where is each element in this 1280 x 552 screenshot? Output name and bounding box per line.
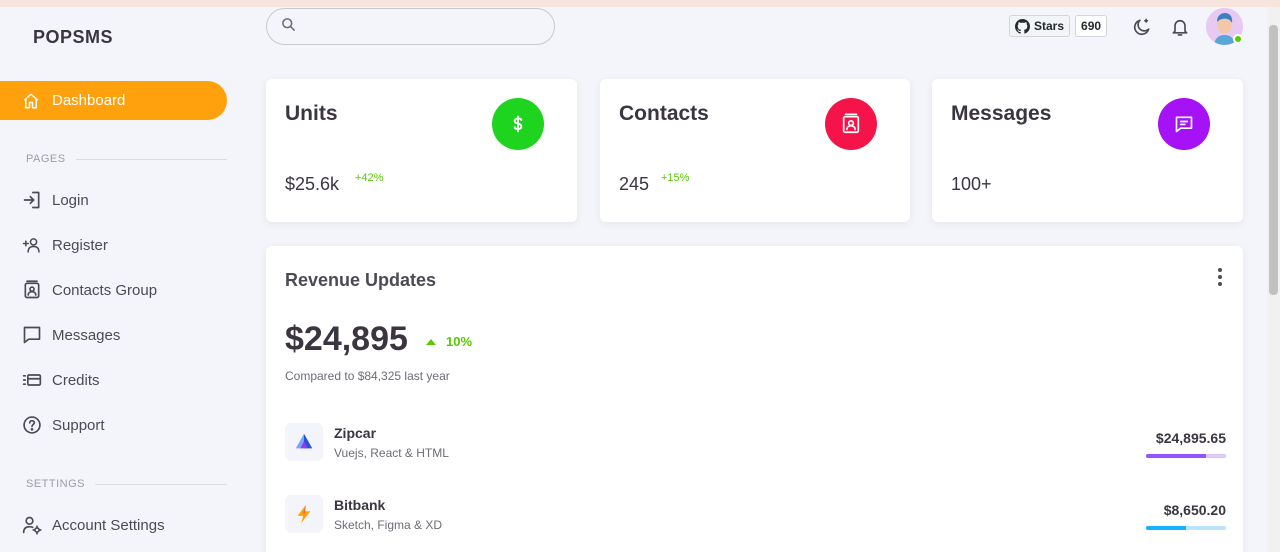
row-amount: $24,895.65 (1155, 430, 1226, 446)
divider (75, 158, 227, 160)
progress-fill (1146, 526, 1186, 530)
github-star-button[interactable]: Stars (1009, 15, 1071, 37)
card-title: Revenue Updates (285, 270, 437, 290)
stat-title: Units (285, 102, 338, 125)
sidebar-item-label: Register (52, 236, 108, 254)
row-subtitle: Sketch, Figma & XD (334, 518, 443, 532)
chat-icon (1158, 98, 1210, 150)
theme-toggle-moon-icon[interactable] (1131, 16, 1153, 38)
github-star-count[interactable]: 690 (1075, 15, 1108, 37)
stat-title: Messages (951, 102, 1052, 125)
stat-value: 100+ (951, 174, 992, 194)
sidebar-item-support[interactable]: Support (22, 410, 105, 440)
sidebar-item-dashboard[interactable]: Dashboard (0, 81, 227, 120)
github-star-label: Stars (1034, 19, 1065, 33)
stat-value: $25.6k (285, 174, 340, 194)
progress-bar (1146, 526, 1226, 530)
sidebar-item-register[interactable]: Register (22, 230, 108, 260)
progress-bar (1146, 454, 1226, 458)
search-bar[interactable] (266, 8, 555, 45)
stat-change: +15% (661, 172, 690, 184)
sidebar: POPSMS Dashboard PAGES Login Register Co… (0, 7, 250, 552)
stat-card-contacts: Contacts 245 +15% (600, 79, 910, 222)
section-label: PAGES (26, 153, 66, 165)
stat-title: Contacts (619, 102, 709, 125)
sidebar-item-credits[interactable]: Credits (22, 365, 100, 395)
sidebar-item-label: Support (52, 416, 105, 434)
search-icon (281, 17, 296, 37)
list-item: Zipcar Vuejs, React & HTML $24,895.65 (285, 423, 1226, 463)
sidebar-item-label: Contacts Group (52, 281, 158, 299)
search-input[interactable] (304, 18, 544, 35)
divider (95, 483, 227, 485)
notification-bell-icon[interactable] (1169, 16, 1191, 38)
sidebar-item-label: Login (52, 191, 89, 209)
section-pages: PAGES (26, 153, 227, 165)
online-status-dot (1233, 34, 1243, 44)
sidebar-item-label: Account Settings (52, 516, 165, 534)
more-options-icon[interactable] (1210, 266, 1230, 288)
credit-card-icon (22, 370, 42, 390)
zipcar-logo-icon (285, 423, 323, 461)
login-icon (22, 190, 42, 210)
dollar-icon (492, 98, 544, 150)
add-user-icon (22, 235, 42, 255)
revenue-trend: 10% (426, 334, 472, 349)
arrow-up-icon (426, 338, 436, 345)
row-name: Zipcar (334, 425, 377, 441)
sidebar-item-contacts-group[interactable]: Contacts Group (22, 275, 157, 305)
stat-change: +42% (355, 172, 384, 184)
stat-value: 245 (619, 174, 650, 194)
contacts-icon (22, 280, 42, 300)
stat-card-messages: Messages 100+ (932, 79, 1243, 222)
sidebar-item-messages[interactable]: Messages (22, 320, 120, 350)
brand-logo[interactable]: POPSMS (33, 27, 113, 48)
trend-value: 10% (446, 334, 473, 349)
page-scrollbar[interactable] (1267, 7, 1280, 552)
sidebar-item-label: Messages (52, 326, 121, 344)
sidebar-item-label: Dashboard (52, 92, 126, 109)
github-icon (1015, 18, 1030, 34)
row-amount: $8,650.20 (1163, 502, 1226, 518)
section-settings: SETTINGS (26, 478, 227, 490)
revenue-updates-card: Revenue Updates $24,895 10% Compared to … (266, 246, 1243, 552)
sidebar-item-label: Credits (52, 371, 100, 389)
help-icon (22, 415, 42, 435)
progress-fill (1146, 454, 1206, 458)
home-icon (22, 91, 42, 111)
user-settings-icon (22, 515, 42, 535)
github-stars-widget[interactable]: Stars 690 (1009, 15, 1108, 37)
row-subtitle: Vuejs, React & HTML (334, 446, 449, 460)
list-item: Bitbank Sketch, Figma & XD $8,650.20 (285, 495, 1226, 535)
stat-card-units: Units $25.6k +42% (266, 79, 577, 222)
revenue-compare-text: Compared to $84,325 last year (285, 369, 450, 383)
sidebar-item-account-settings[interactable]: Account Settings (22, 510, 165, 540)
row-name: Bitbank (334, 497, 386, 513)
contact-card-icon (825, 98, 877, 150)
scrollbar-thumb[interactable] (1269, 25, 1278, 295)
sidebar-item-login[interactable]: Login (22, 185, 89, 215)
message-icon (22, 325, 42, 345)
revenue-amount: $24,895 (285, 320, 408, 358)
browser-top-strip (0, 0, 1280, 7)
section-label: SETTINGS (26, 478, 86, 490)
bitbank-logo-icon (285, 495, 323, 533)
